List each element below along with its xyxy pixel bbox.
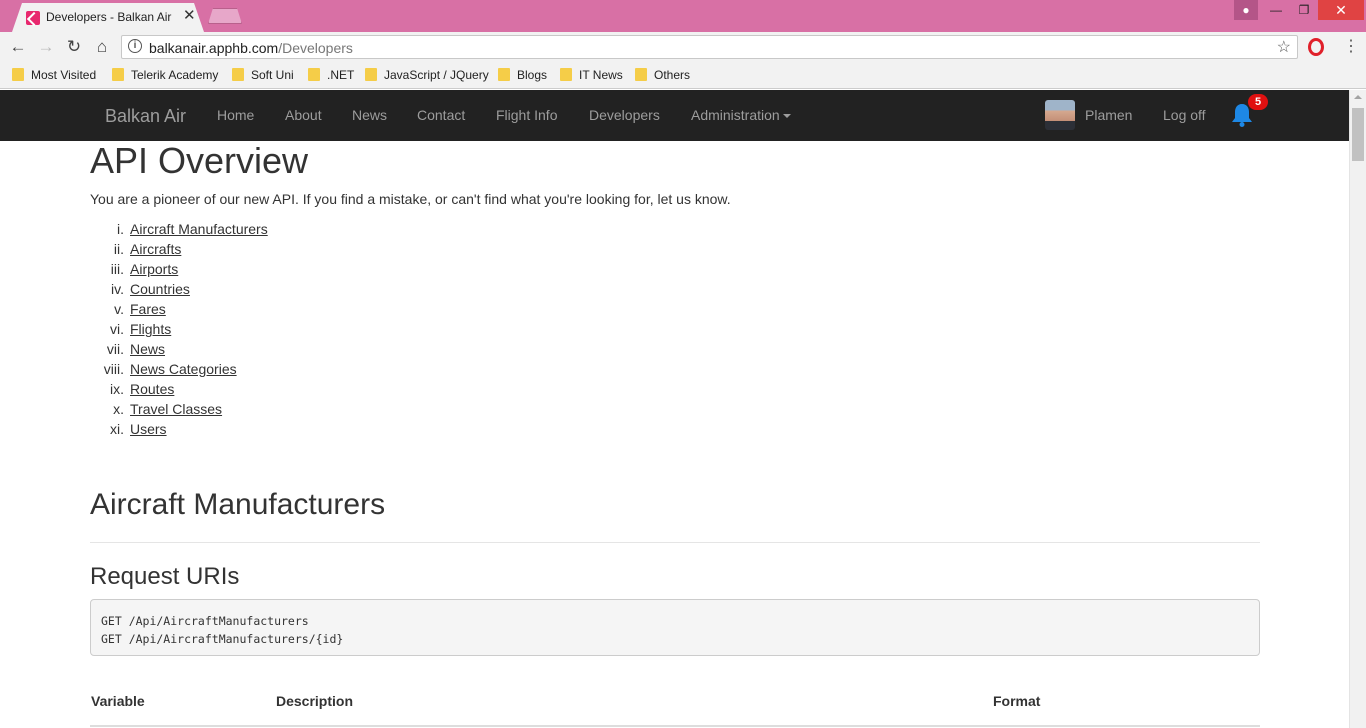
bookmark-folder[interactable]: Others	[635, 68, 690, 82]
table-header-divider	[90, 725, 1260, 727]
notification-count-badge: 5	[1248, 94, 1268, 110]
nav-about[interactable]: About	[285, 107, 322, 123]
nav-contact[interactable]: Contact	[417, 107, 465, 123]
code-line: GET /Api/AircraftManufacturers	[101, 614, 309, 628]
toc-link[interactable]: Users	[130, 421, 167, 438]
table-header-variable: Variable	[91, 693, 145, 709]
bookmark-folder[interactable]: Soft Uni	[232, 68, 294, 82]
bookmark-folder[interactable]: Most Visited	[12, 68, 96, 82]
back-arrow-icon[interactable]: ←	[7, 36, 29, 58]
browser-menu-icon[interactable]: ⋮	[1343, 38, 1359, 56]
page-title: API Overview	[90, 140, 309, 181]
tab-close-icon[interactable]: ✕	[183, 7, 196, 25]
toc-link[interactable]: Fares	[130, 301, 166, 318]
toc-link[interactable]: Airports	[130, 261, 178, 278]
restore-button[interactable]: ❐	[1290, 0, 1318, 20]
toc-link[interactable]: Travel Classes	[130, 401, 222, 418]
minimize-button[interactable]: —	[1262, 0, 1290, 20]
intro-text: You are a pioneer of our new API. If you…	[90, 191, 731, 207]
browser-tabstrip: Developers - Balkan Air ✕ ● — ❐ ✕	[0, 0, 1366, 32]
section-divider	[90, 542, 1260, 543]
browser-tab-developers[interactable]: Developers - Balkan Air ✕	[12, 3, 204, 32]
brand-link[interactable]: Balkan Air	[105, 106, 186, 127]
balkan-air-favicon-icon	[26, 11, 40, 25]
request-uri-code-block: GET /Api/AircraftManufacturers GET /Api/A…	[90, 599, 1260, 656]
table-header-description: Description	[276, 693, 354, 709]
bookmark-folder[interactable]: .NET	[308, 68, 354, 82]
nav-home[interactable]: Home	[217, 107, 254, 123]
url-text: balkanair.apphb.com/Developers	[149, 40, 353, 56]
forward-arrow-icon[interactable]: →	[35, 36, 57, 58]
opera-extension-icon[interactable]	[1308, 38, 1324, 56]
toc-link[interactable]: Aircraft Manufacturers	[130, 221, 268, 238]
address-bar[interactable]: i balkanair.apphb.com/Developers ☆	[121, 35, 1298, 59]
nav-flight-info[interactable]: Flight Info	[496, 107, 557, 123]
toc-link[interactable]: Flights	[130, 321, 171, 338]
bookmark-folder[interactable]: IT News	[560, 68, 623, 82]
table-header-format: Format	[993, 693, 1041, 709]
toc-link[interactable]: Routes	[130, 381, 174, 398]
user-avatar[interactable]	[1045, 100, 1075, 130]
bookmark-star-icon[interactable]: ☆	[1277, 37, 1291, 57]
bookmarks-bar: Most Visited Telerik Academy Soft Uni .N…	[0, 62, 1366, 89]
toc-link[interactable]: Countries	[130, 281, 190, 298]
site-info-icon[interactable]: i	[128, 39, 142, 53]
bookmark-folder[interactable]: Telerik Academy	[112, 68, 218, 82]
scroll-thumb[interactable]	[1352, 108, 1364, 161]
toc-link[interactable]: News	[130, 341, 165, 358]
bookmark-folder[interactable]: JavaScript / JQuery	[365, 68, 489, 82]
caret-down-icon	[782, 114, 791, 119]
nav-log-off[interactable]: Log off	[1163, 107, 1206, 123]
profile-icon[interactable]: ●	[1234, 0, 1258, 20]
tab-title: Developers - Balkan Air	[46, 10, 172, 24]
site-navbar: Balkan Air Home About News Contact Fligh…	[0, 90, 1349, 141]
page-scrollbar[interactable]	[1349, 90, 1366, 728]
nav-developers[interactable]: Developers	[589, 107, 660, 123]
reload-icon[interactable]: ↻	[63, 36, 85, 58]
toc-link[interactable]: News Categories	[130, 361, 237, 378]
nav-user-profile[interactable]: Plamen	[1085, 107, 1132, 123]
nav-administration-dropdown[interactable]: Administration	[691, 107, 791, 123]
scroll-up-arrow-icon[interactable]	[1354, 95, 1362, 99]
toc-link[interactable]: Aircrafts	[130, 241, 181, 258]
new-tab-button[interactable]	[208, 8, 242, 24]
home-icon[interactable]: ⌂	[91, 36, 113, 58]
section-title: Aircraft Manufacturers	[90, 488, 386, 521]
close-window-button[interactable]: ✕	[1318, 0, 1364, 20]
subsection-title: Request URIs	[90, 563, 240, 590]
code-line: GET /Api/AircraftManufacturers/{id}	[101, 632, 344, 646]
nav-news[interactable]: News	[352, 107, 387, 123]
bookmark-folder[interactable]: Blogs	[498, 68, 547, 82]
